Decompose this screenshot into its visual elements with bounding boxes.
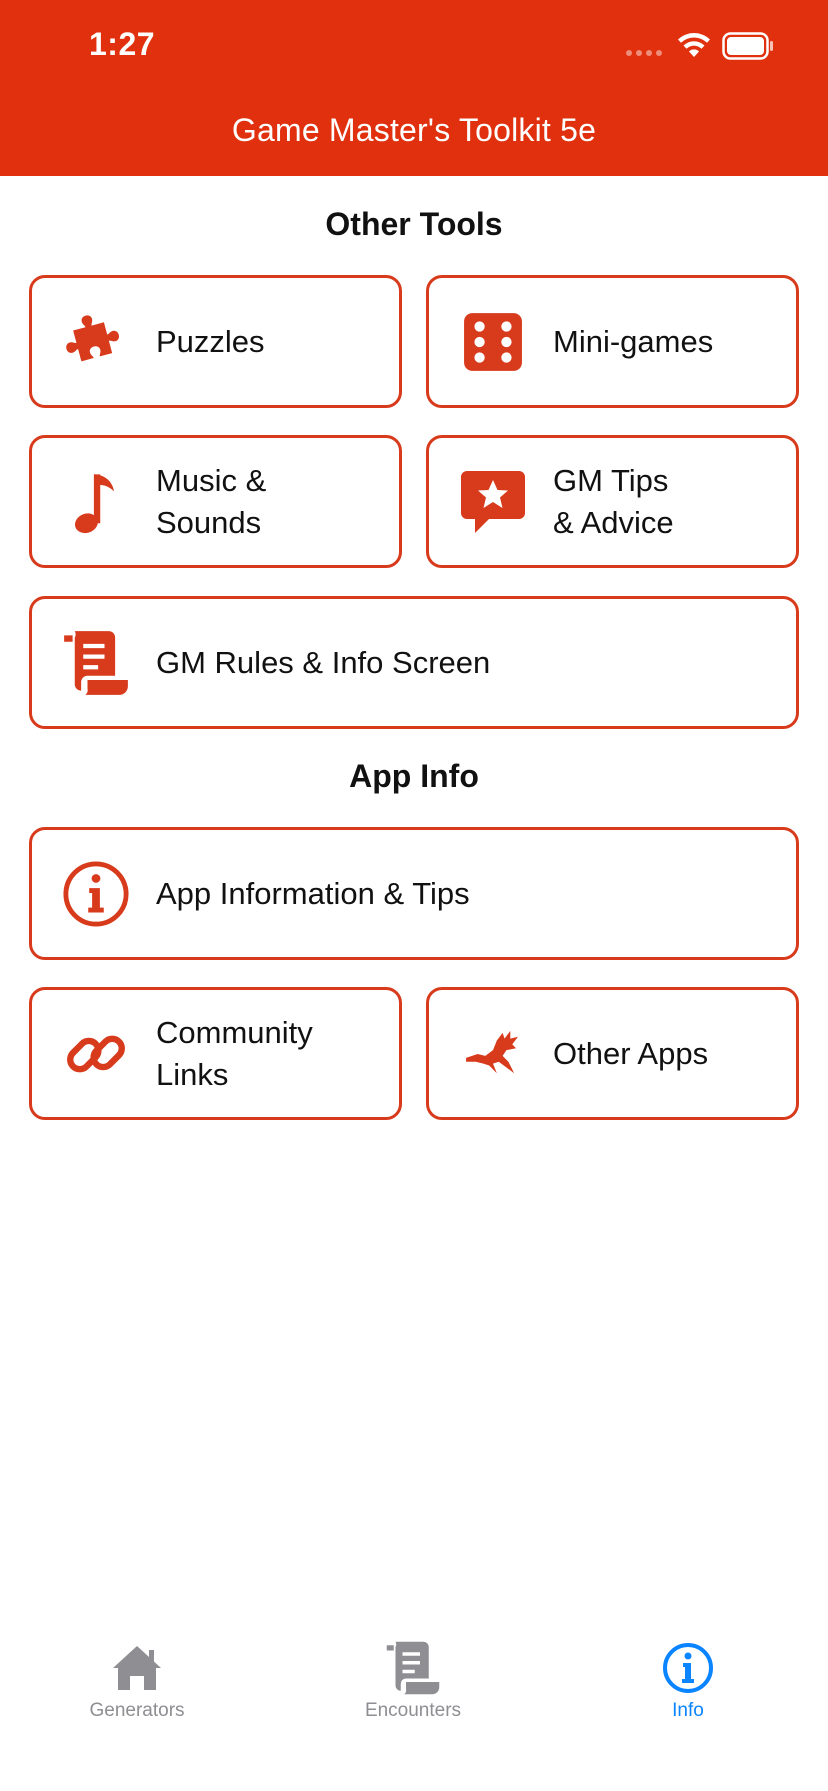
music-note-icon (62, 468, 130, 536)
section-title-other-tools: Other Tools (325, 206, 503, 242)
dragon-icon (459, 1020, 527, 1088)
scroll-icon (386, 1641, 440, 1695)
tab-label-encounters: Encounters (364, 1700, 462, 1721)
gm-tips-label: GM Tips & Advice (553, 462, 674, 540)
tab-label-info: Info (672, 1700, 704, 1721)
tab-generators[interactable]: Generators (37, 1618, 237, 1728)
gm-rules-label: GM Rules & Info Screen (156, 644, 491, 680)
wifi-icon (678, 33, 710, 57)
music-sounds-button[interactable]: Music & Sounds (29, 435, 402, 568)
puzzles-button[interactable]: Puzzles (29, 275, 402, 408)
house-icon (113, 1646, 161, 1690)
tab-encounters[interactable]: Encounters (313, 1618, 513, 1728)
gm-tips-button[interactable]: GM Tips & Advice (426, 435, 799, 568)
link-icon (62, 1020, 130, 1088)
minigames-label: Mini-games (553, 323, 714, 359)
star-speech-bubble-icon (459, 468, 527, 536)
community-links-button[interactable]: Community Links (29, 987, 402, 1120)
dice-icon (459, 308, 527, 376)
status-time: 1:27 (89, 26, 156, 62)
community-links-label: Community Links (156, 1014, 313, 1092)
tab-label-generators: Generators (89, 1700, 185, 1721)
tab-bar: Generators Encounters Info (0, 1618, 828, 1738)
app-title: Game Master's Toolkit 5e (231, 112, 597, 148)
gm-rules-button[interactable]: GM Rules & Info Screen (29, 596, 799, 729)
minigames-button[interactable]: Mini-games (426, 275, 799, 408)
header-bar: 1:27 Game Master's Toolkit 5e (0, 0, 828, 176)
cellular-signal-icon (626, 50, 662, 56)
battery-icon (722, 32, 773, 60)
screen: 1:27 Game Master's Toolkit 5e Other Tool… (0, 0, 828, 1791)
music-sounds-label: Music & Sounds (156, 462, 267, 540)
other-apps-button[interactable]: Other Apps (426, 987, 799, 1120)
puzzles-label: Puzzles (156, 323, 265, 359)
info-circle-icon (62, 860, 130, 928)
other-apps-label: Other Apps (553, 1035, 709, 1071)
info-circle-icon (663, 1643, 713, 1693)
app-information-button[interactable]: App Information & Tips (29, 827, 799, 960)
section-title-app-info: App Info (349, 758, 479, 794)
scroll-icon (62, 629, 130, 697)
tab-info[interactable]: Info (588, 1618, 788, 1728)
app-information-label: App Information & Tips (156, 875, 470, 911)
puzzle-piece-icon (62, 308, 130, 376)
